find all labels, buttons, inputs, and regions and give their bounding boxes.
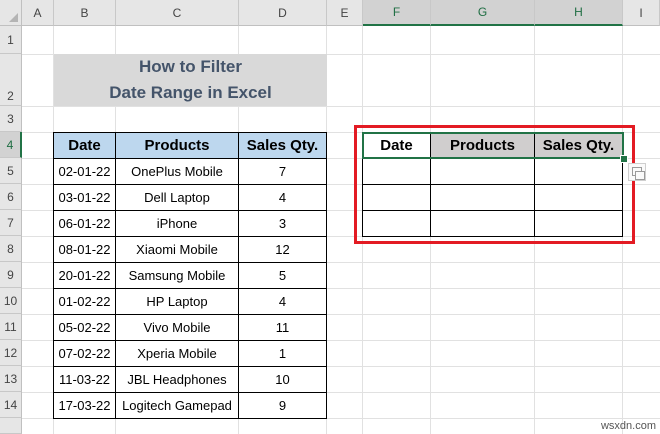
- table1-cell[interactable]: 1: [239, 341, 327, 367]
- spreadsheet-grid[interactable]: A B C D E F G H I 1 2 3 4 5 6 7 8 9 10 1…: [0, 0, 660, 434]
- table1-cell[interactable]: 4: [239, 185, 327, 211]
- table1-cell[interactable]: 07-02-22: [54, 341, 116, 367]
- fill-handle[interactable]: [620, 155, 628, 163]
- title-box[interactable]: How to Filter Date Range in Excel: [54, 54, 327, 106]
- table1-cell[interactable]: Logitech Gamepad: [116, 393, 239, 419]
- title-line-1: How to Filter: [139, 57, 242, 76]
- row-header-12[interactable]: 12: [0, 340, 22, 366]
- table1-cell[interactable]: 03-01-22: [54, 185, 116, 211]
- row-header-6[interactable]: 6: [0, 184, 22, 210]
- table1-cell[interactable]: 02-01-22: [54, 159, 116, 185]
- table1-cell[interactable]: 4: [239, 289, 327, 315]
- gridline: [22, 106, 660, 107]
- title-line-2: Date Range in Excel: [109, 83, 272, 102]
- row-header-7[interactable]: 7: [0, 210, 22, 236]
- row-header-3[interactable]: 3: [0, 106, 22, 132]
- table1-cell[interactable]: 11-03-22: [54, 367, 116, 393]
- row-header-1[interactable]: 1: [0, 26, 22, 54]
- select-all-triangle-icon: [9, 13, 18, 22]
- table1-cell[interactable]: 08-01-22: [54, 237, 116, 263]
- table1-cell[interactable]: Vivo Mobile: [116, 315, 239, 341]
- row-header-14[interactable]: 14: [0, 392, 22, 418]
- table1-cell[interactable]: JBL Headphones: [116, 367, 239, 393]
- row-header-10[interactable]: 10: [0, 288, 22, 314]
- table1-cell[interactable]: 11: [239, 315, 327, 341]
- quick-analysis-button[interactable]: [628, 163, 646, 181]
- column-header-a[interactable]: A: [22, 0, 54, 26]
- table1-cell[interactable]: 17-03-22: [54, 393, 116, 419]
- row-header-8[interactable]: 8: [0, 236, 22, 262]
- table1-cell[interactable]: 01-02-22: [54, 289, 116, 315]
- column-header-h[interactable]: H: [535, 0, 623, 26]
- table1-cell[interactable]: 5: [239, 263, 327, 289]
- table1-cell[interactable]: 20-01-22: [54, 263, 116, 289]
- quick-analysis-icon-front: [635, 171, 645, 180]
- row-header-15[interactable]: [0, 418, 22, 434]
- table1-cell[interactable]: 12: [239, 237, 327, 263]
- column-header-f[interactable]: F: [363, 0, 431, 26]
- watermark: wsxdn.com: [600, 420, 656, 432]
- column-header-c[interactable]: C: [116, 0, 239, 26]
- column-header-e[interactable]: E: [327, 0, 363, 26]
- row-header-13[interactable]: 13: [0, 366, 22, 392]
- table1-cell[interactable]: 9: [239, 393, 327, 419]
- row-header-5[interactable]: 5: [0, 158, 22, 184]
- table1-cell[interactable]: 10: [239, 367, 327, 393]
- select-all-corner[interactable]: [0, 0, 22, 26]
- row-header-9[interactable]: 9: [0, 262, 22, 288]
- table1-cell[interactable]: iPhone: [116, 211, 239, 237]
- source-data-table: Date Products Sales Qty. 02-01-22 OnePlus Mo…: [53, 132, 327, 419]
- column-header-b[interactable]: B: [54, 0, 116, 26]
- selection-range: [362, 132, 624, 159]
- table1-cell[interactable]: 7: [239, 159, 327, 185]
- row-header-4[interactable]: 4: [0, 132, 22, 158]
- table1-cell[interactable]: 3: [239, 211, 327, 237]
- table1-cell[interactable]: 05-02-22: [54, 315, 116, 341]
- table1-header-cell[interactable]: Sales Qty.: [239, 133, 327, 159]
- table1-cell[interactable]: OnePlus Mobile: [116, 159, 239, 185]
- table1-cell[interactable]: Xperia Mobile: [116, 341, 239, 367]
- row-header-11[interactable]: 11: [0, 314, 22, 340]
- table1-cell[interactable]: Dell Laptop: [116, 185, 239, 211]
- column-header-d[interactable]: D: [239, 0, 327, 26]
- table1-header-cell[interactable]: Date: [54, 133, 116, 159]
- table1-cell[interactable]: Xiaomi Mobile: [116, 237, 239, 263]
- table1-cell[interactable]: HP Laptop: [116, 289, 239, 315]
- table1-cell[interactable]: 06-01-22: [54, 211, 116, 237]
- column-header-i[interactable]: I: [623, 0, 660, 26]
- row-header-2[interactable]: 2: [0, 54, 22, 106]
- table1-header-cell[interactable]: Products: [116, 133, 239, 159]
- table1-cell[interactable]: Samsung Mobile: [116, 263, 239, 289]
- column-header-g[interactable]: G: [431, 0, 535, 26]
